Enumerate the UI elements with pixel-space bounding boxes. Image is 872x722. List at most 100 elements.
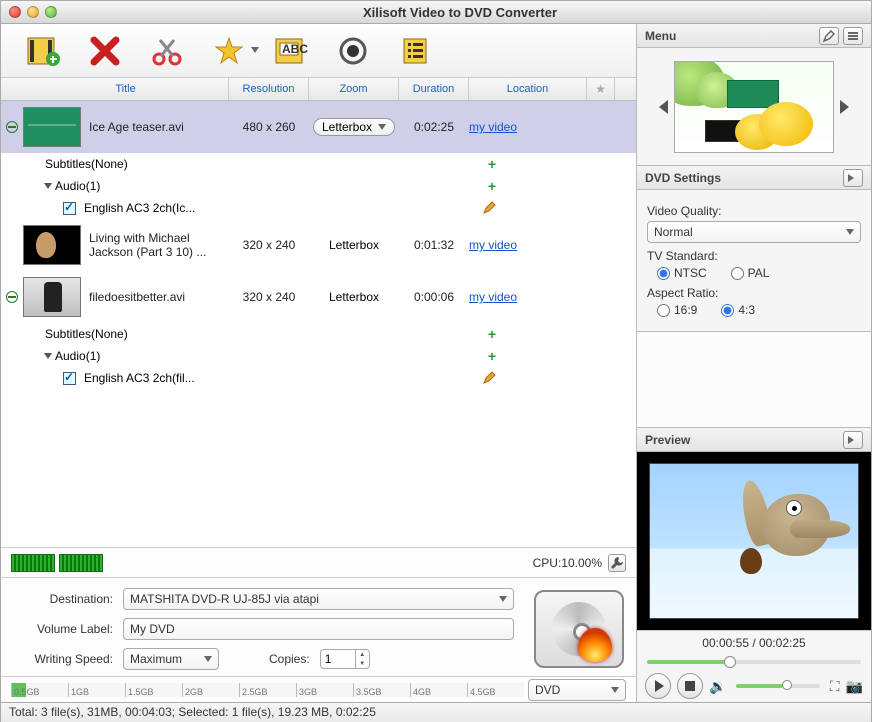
file-title: Ice Age teaser.avi bbox=[89, 120, 229, 134]
file-resolution: 480 x 260 bbox=[229, 120, 309, 134]
header-zoom[interactable]: Zoom bbox=[309, 78, 399, 100]
header-resolution[interactable]: Resolution bbox=[229, 78, 309, 100]
video-thumbnail bbox=[23, 225, 81, 265]
destination-select[interactable]: MATSHITA DVD-R UJ-85J via atapi bbox=[123, 588, 514, 610]
checkbox-checked[interactable] bbox=[63, 372, 76, 385]
disc-type-select[interactable]: DVD bbox=[528, 679, 626, 701]
audio-track-row[interactable]: English AC3 2ch(fil... bbox=[1, 367, 636, 389]
audio-group-row[interactable]: Audio(1)+ bbox=[1, 175, 636, 197]
close-window-button[interactable] bbox=[9, 6, 21, 18]
file-resolution: 320 x 240 bbox=[229, 238, 309, 252]
audio-track-row[interactable]: English AC3 2ch(Ic... bbox=[1, 197, 636, 219]
effects-button[interactable] bbox=[211, 33, 247, 69]
chevron-down-icon bbox=[611, 687, 619, 693]
file-zoom: Letterbox bbox=[309, 238, 399, 252]
add-file-button[interactable] bbox=[25, 33, 61, 69]
volume-slider[interactable] bbox=[736, 684, 819, 688]
subtitle-button[interactable]: ABC bbox=[273, 33, 309, 69]
stop-icon bbox=[685, 681, 695, 691]
edit-menu-button[interactable] bbox=[819, 27, 839, 45]
burn-disc-icon bbox=[552, 602, 606, 656]
expand-settings-button[interactable] bbox=[843, 169, 863, 187]
list-menu-button[interactable] bbox=[843, 27, 863, 45]
chapters-button[interactable] bbox=[397, 33, 433, 69]
volume-label-input[interactable]: My DVD bbox=[123, 618, 514, 640]
seek-slider[interactable] bbox=[637, 654, 871, 670]
settings-icon[interactable] bbox=[608, 554, 626, 572]
audio-group-row[interactable]: Audio(1)+ bbox=[1, 345, 636, 367]
disclosure-triangle-icon[interactable] bbox=[44, 183, 52, 189]
add-icon[interactable]: + bbox=[488, 156, 496, 172]
prev-template-button[interactable] bbox=[659, 100, 668, 114]
location-link[interactable]: my video bbox=[469, 290, 517, 304]
step-up-icon[interactable]: ▲ bbox=[356, 650, 369, 659]
pal-radio[interactable]: PAL bbox=[731, 266, 770, 280]
edit-icon[interactable] bbox=[482, 201, 496, 215]
remove-icon[interactable] bbox=[6, 121, 18, 133]
chevron-down-icon bbox=[846, 229, 854, 235]
next-template-button[interactable] bbox=[840, 100, 849, 114]
burn-button[interactable] bbox=[534, 590, 624, 668]
disclosure-triangle-icon[interactable] bbox=[44, 353, 52, 359]
header-favorite[interactable]: ★ bbox=[587, 78, 615, 100]
fullscreen-icon[interactable]: ⛶ bbox=[830, 678, 840, 695]
chevron-down-icon bbox=[251, 47, 259, 53]
add-icon[interactable]: + bbox=[488, 178, 496, 194]
file-list: Ice Age teaser.avi 480 x 260 Letterbox 0… bbox=[1, 101, 636, 547]
chevron-down-icon bbox=[378, 124, 386, 130]
preview-time: 00:00:55 / 00:02:25 bbox=[637, 630, 871, 654]
delete-button[interactable] bbox=[87, 33, 123, 69]
ntsc-radio[interactable]: NTSC bbox=[657, 266, 707, 280]
add-icon[interactable]: + bbox=[488, 326, 496, 342]
play-button[interactable] bbox=[645, 673, 671, 699]
video-quality-label: Video Quality: bbox=[647, 204, 861, 218]
file-row[interactable]: Living with MichaelJackson (Part 3 10) .… bbox=[1, 219, 636, 271]
video-thumbnail bbox=[23, 277, 81, 317]
ar-43-radio[interactable]: 4:3 bbox=[721, 303, 755, 317]
location-link[interactable]: my video bbox=[469, 238, 517, 252]
volume-label-label: Volume Label: bbox=[13, 622, 113, 636]
expand-preview-button[interactable] bbox=[843, 431, 863, 449]
window-titlebar: Xilisoft Video to DVD Converter bbox=[1, 1, 871, 24]
main-toolbar: ABC bbox=[1, 24, 636, 78]
record-button[interactable] bbox=[335, 33, 371, 69]
size-ruler: 0.5GB 1GB 1.5GB 2GB 2.5GB 3GB 3.5GB 4GB … bbox=[1, 676, 636, 702]
header-title[interactable]: Title bbox=[23, 78, 229, 100]
chevron-right-icon bbox=[848, 436, 854, 444]
zoom-window-button[interactable] bbox=[45, 6, 57, 18]
subtitles-row[interactable]: Subtitles(None)+ bbox=[1, 153, 636, 175]
stop-button[interactable] bbox=[677, 673, 703, 699]
file-row[interactable]: filedoesitbetter.avi 320 x 240 Letterbox… bbox=[1, 271, 636, 323]
ar-169-radio[interactable]: 16:9 bbox=[657, 303, 697, 317]
writing-speed-select[interactable]: Maximum bbox=[123, 648, 219, 670]
video-quality-select[interactable]: Normal bbox=[647, 221, 861, 243]
output-settings: Destination: MATSHITA DVD-R UJ-85J via a… bbox=[1, 577, 636, 676]
header-duration[interactable]: Duration bbox=[399, 78, 469, 100]
svg-text:ABC: ABC bbox=[282, 42, 308, 56]
edit-icon[interactable] bbox=[482, 371, 496, 385]
zoom-dropdown[interactable]: Letterbox bbox=[313, 118, 395, 136]
file-duration: 0:00:06 bbox=[399, 290, 469, 304]
checkbox-checked[interactable] bbox=[63, 202, 76, 215]
menu-template-browser bbox=[637, 48, 871, 166]
remove-icon[interactable] bbox=[6, 291, 18, 303]
cpu-graph bbox=[11, 554, 55, 572]
dvd-settings-panel: Video Quality: Normal TV Standard: NTSC … bbox=[637, 190, 871, 332]
menu-template-thumbnail[interactable] bbox=[674, 61, 834, 153]
add-icon[interactable]: + bbox=[488, 348, 496, 364]
column-headers: Title Resolution Zoom Duration Location … bbox=[1, 78, 636, 101]
cpu-graph bbox=[59, 554, 103, 572]
file-zoom: Letterbox bbox=[309, 290, 399, 304]
step-down-icon[interactable]: ▼ bbox=[356, 659, 369, 668]
file-row[interactable]: Ice Age teaser.avi 480 x 260 Letterbox 0… bbox=[1, 101, 636, 153]
snapshot-icon[interactable]: 📷 bbox=[846, 678, 863, 695]
minimize-window-button[interactable] bbox=[27, 6, 39, 18]
play-icon bbox=[655, 680, 664, 692]
file-resolution: 320 x 240 bbox=[229, 290, 309, 304]
volume-icon[interactable]: 🔉 bbox=[709, 678, 726, 695]
subtitles-row[interactable]: Subtitles(None)+ bbox=[1, 323, 636, 345]
header-location[interactable]: Location bbox=[469, 78, 587, 100]
cut-button[interactable] bbox=[149, 33, 185, 69]
copies-stepper[interactable]: ▲▼ bbox=[320, 649, 370, 669]
location-link[interactable]: my video bbox=[469, 120, 517, 134]
